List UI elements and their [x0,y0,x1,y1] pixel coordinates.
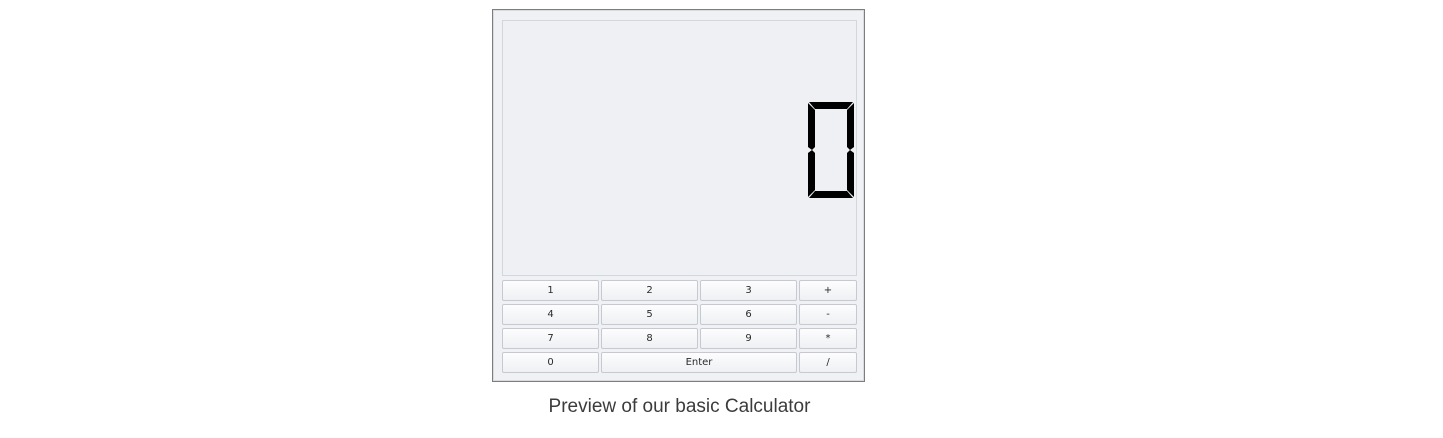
key-3[interactable]: 3 [700,280,797,301]
segment-top-right [847,103,854,150]
key-8[interactable]: 8 [601,328,698,349]
key-multiply[interactable]: * [799,328,857,349]
key-0[interactable]: 0 [502,352,599,373]
segment-top-left [808,103,815,150]
keypad: 1 2 3 + 4 5 6 - 7 8 9 * 0 Enter / [501,280,858,376]
display-panel: 0 [502,20,857,276]
key-4[interactable]: 4 [502,304,599,325]
segment-bottom-left [808,150,815,197]
segment-bottom [809,191,853,198]
key-5[interactable]: 5 [601,304,698,325]
preview-caption: Preview of our basic Calculator [548,396,811,417]
key-minus[interactable]: - [799,304,857,325]
key-enter[interactable]: Enter [601,352,797,373]
key-1[interactable]: 1 [502,280,599,301]
key-plus[interactable]: + [799,280,857,301]
key-7[interactable]: 7 [502,328,599,349]
key-divide[interactable]: / [799,352,857,373]
key-2[interactable]: 2 [601,280,698,301]
segment-top [809,102,853,109]
calculator-window: 0 1 2 3 + 4 5 6 - 7 8 9 * 0 Enter / [492,9,865,382]
key-6[interactable]: 6 [700,304,797,325]
key-9[interactable]: 9 [700,328,797,349]
segment-bottom-right [847,150,854,197]
lcd-display-digit: 0 [808,102,854,198]
